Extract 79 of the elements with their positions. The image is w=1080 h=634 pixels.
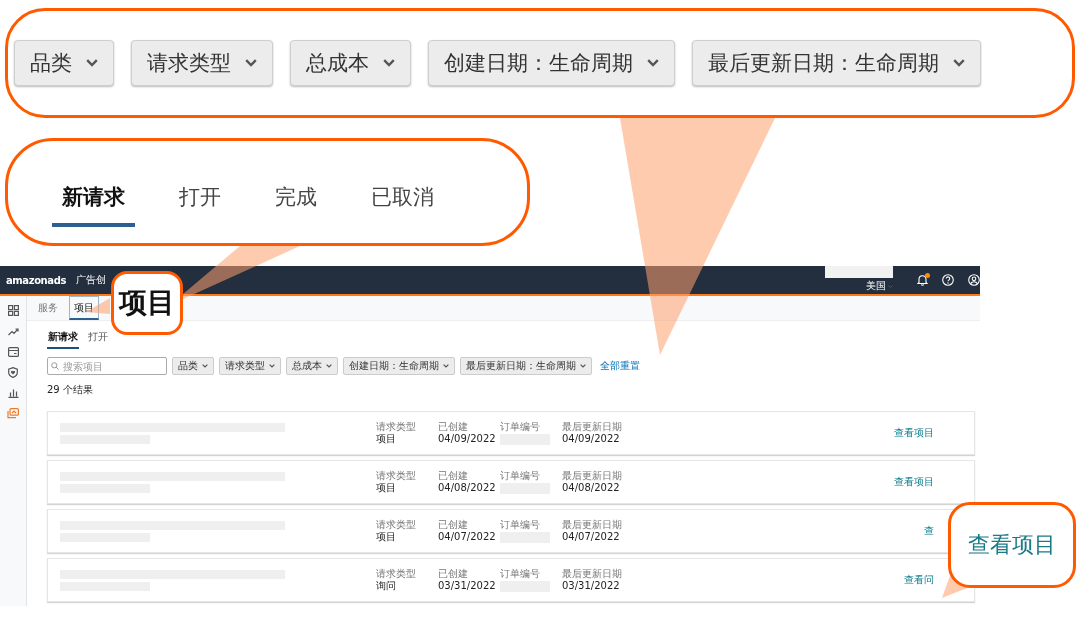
field-value: 项目: [376, 433, 397, 445]
view-link[interactable]: 查看项目: [894, 426, 934, 440]
field-label: 订单编号: [500, 519, 541, 531]
field-value: 04/09/2022: [438, 433, 497, 445]
nav-title: 广告创: [76, 273, 106, 287]
region-label: 美国: [866, 279, 886, 293]
field-label: 订单编号: [500, 470, 541, 482]
filter-button[interactable]: 品类: [14, 40, 114, 86]
field-label: 订单编号: [500, 568, 541, 580]
subtab[interactable]: 项目: [69, 296, 99, 320]
filter-button[interactable]: 总成本: [290, 40, 411, 86]
field-label: 已创建: [438, 421, 469, 433]
field-label: 已创建: [438, 568, 469, 580]
notification-bell-icon[interactable]: [917, 274, 928, 286]
caret-icon: [269, 364, 275, 368]
field-value: 03/31/2022: [438, 580, 497, 592]
subtab[interactable]: 服务: [33, 296, 63, 320]
view-link[interactable]: 查看项目: [894, 475, 934, 489]
logo-text: amazonads: [6, 274, 66, 286]
reset-all-link[interactable]: 全部重置: [600, 359, 640, 373]
field-label: 最后更新日期: [562, 421, 623, 433]
field-label: 请求类型: [376, 470, 417, 482]
tab[interactable]: 已取消: [361, 169, 444, 227]
search-icon: [51, 362, 59, 370]
field-value: 04/08/2022: [438, 482, 497, 494]
filter-button[interactable]: 最后更新日期：生命周期: [692, 40, 981, 86]
field-label: 请求类型: [376, 519, 417, 531]
view-link[interactable]: 查看问: [904, 573, 934, 587]
field-label: 订单编号: [500, 421, 541, 433]
caret-icon: [888, 284, 893, 288]
tab[interactable]: 打开: [169, 169, 231, 227]
caret-icon: [580, 364, 586, 368]
field-value: 04/07/2022: [562, 531, 621, 543]
field-label: 最后更新日期: [562, 568, 623, 580]
field-value: 04/09/2022: [562, 433, 621, 445]
field-value: 03/31/2022: [562, 580, 621, 592]
user-icon[interactable]: [968, 274, 980, 286]
field-value: 项目: [376, 531, 397, 543]
caret-icon: [326, 364, 332, 368]
search-field[interactable]: 搜索项目: [47, 357, 167, 375]
grid-icon[interactable]: [7, 305, 19, 316]
caret-icon: [953, 59, 965, 67]
caret-icon: [383, 59, 395, 67]
stacked-windows-icon[interactable]: [7, 408, 19, 419]
filter-button[interactable]: 创建日期：生命周期: [428, 40, 675, 86]
filter-button[interactable]: 最后更新日期：生命周期: [460, 357, 592, 375]
redacted-block: [825, 266, 893, 278]
filter-button[interactable]: 品类: [172, 357, 214, 375]
filter-button[interactable]: 创建日期：生命周期: [343, 357, 455, 375]
field-label: 已创建: [438, 470, 469, 482]
field-label: 请求类型: [376, 421, 417, 433]
field-label: 最后更新日期: [562, 470, 623, 482]
caret-icon: [245, 59, 257, 67]
tab[interactable]: 新请求: [52, 169, 135, 227]
field-label: 请求类型: [376, 568, 417, 580]
results-count: 29 个结果: [47, 383, 94, 397]
field-label: 已创建: [438, 519, 469, 531]
filter-button[interactable]: 总成本: [286, 357, 338, 375]
tab[interactable]: 完成: [265, 169, 327, 227]
field-value: 项目: [376, 482, 397, 494]
field-value: 询问: [376, 580, 397, 592]
help-icon[interactable]: [942, 274, 954, 286]
tab[interactable]: 新请求: [47, 327, 79, 349]
caret-icon: [443, 364, 449, 368]
view-link[interactable]: 查: [924, 524, 934, 538]
bar-chart-icon[interactable]: [7, 388, 19, 398]
trend-icon[interactable]: [7, 326, 19, 337]
zoomed-tab-label: 项目: [111, 271, 183, 335]
card-icon[interactable]: [7, 347, 19, 357]
filter-button[interactable]: 请求类型: [219, 357, 281, 375]
field-value: 04/07/2022: [438, 531, 497, 543]
tab[interactable]: 打开: [87, 327, 109, 349]
caret-icon: [202, 364, 208, 368]
filter-button[interactable]: 请求类型: [131, 40, 273, 86]
caret-icon: [86, 59, 98, 67]
shield-icon[interactable]: [8, 367, 18, 378]
caret-icon: [647, 59, 659, 67]
field-value: 04/08/2022: [562, 482, 621, 494]
field-label: 最后更新日期: [562, 519, 623, 531]
